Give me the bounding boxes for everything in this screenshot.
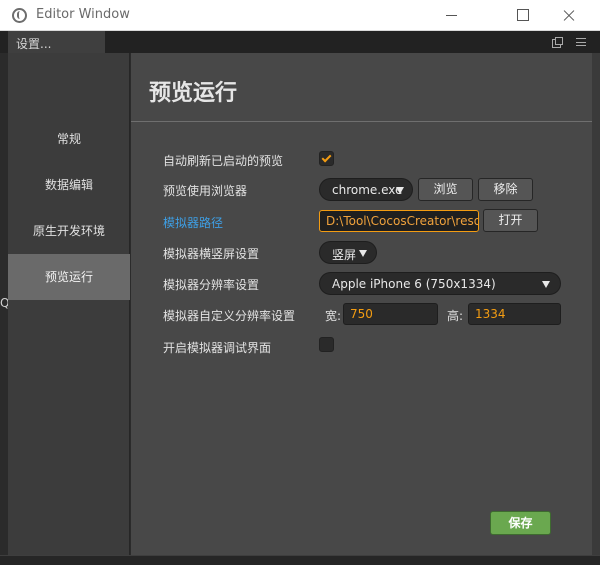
background-editor-edge [592, 53, 600, 565]
sidebar-item-general[interactable]: 常规 [8, 116, 130, 162]
browser-label: 预览使用浏览器 [163, 184, 248, 198]
save-button[interactable]: 保存 [490, 511, 551, 535]
sidebar-item-preview[interactable]: 预览运行 [8, 254, 130, 300]
chevron-down-icon [359, 250, 367, 257]
sidebar-item-data-editing[interactable]: 数据编辑 [8, 162, 130, 208]
debug-ui-label: 开启模拟器调试界面 [163, 341, 272, 355]
open-button[interactable]: 打开 [483, 209, 538, 232]
sidebar-item-native-env[interactable]: 原生开发环境 [8, 208, 130, 254]
auto-refresh-label: 自动刷新已启动的预览 [163, 154, 284, 168]
page-title: 预览运行 [149, 81, 238, 106]
minimize-button[interactable] [428, 0, 474, 31]
check-icon [321, 152, 332, 163]
panel-header: 设置... [0, 31, 600, 53]
window-titlebar: Editor Window [0, 0, 600, 31]
chevron-down-icon [396, 187, 404, 194]
settings-main: 预览运行 自动刷新已启动的预览 预览使用浏览器 chrome.exe 浏览 移除… [131, 53, 592, 555]
width-label: 宽: [325, 309, 342, 323]
menu-icon[interactable] [576, 38, 586, 46]
height-label: 高: [447, 309, 464, 323]
debug-ui-checkbox[interactable] [319, 337, 334, 352]
background-ruler [0, 555, 600, 565]
resolution-select-value: Apple iPhone 6 (750x1334) [332, 277, 496, 291]
simulator-path-label[interactable]: 模拟器路径 [163, 214, 223, 231]
title-divider [131, 121, 592, 122]
simulator-path-input[interactable]: D:\Tool\CocosCreator\resou [319, 210, 479, 232]
custom-resolution-label: 模拟器自定义分辨率设置 [163, 309, 296, 323]
popout-icon[interactable] [552, 37, 563, 48]
remove-button[interactable]: 移除 [478, 178, 533, 201]
panel-tab-settings[interactable]: 设置... [8, 31, 105, 53]
auto-refresh-checkbox[interactable] [319, 151, 334, 166]
browse-button[interactable]: 浏览 [418, 178, 473, 201]
maximize-button[interactable] [498, 0, 544, 31]
browser-select[interactable]: chrome.exe [319, 178, 413, 201]
settings-sidebar: 常规 数据编辑 原生开发环境 预览运行 [8, 53, 130, 555]
app-icon [12, 8, 27, 23]
chevron-down-icon [542, 281, 550, 288]
close-button[interactable] [546, 0, 592, 31]
browser-select-value: chrome.exe [332, 183, 403, 197]
orientation-select[interactable]: 竖屏 [319, 241, 377, 264]
height-input[interactable]: 1334 [468, 303, 561, 325]
orientation-select-value: 竖屏 [332, 248, 357, 262]
resolution-label: 模拟器分辨率设置 [163, 278, 260, 292]
window-title: Editor Window [36, 7, 130, 22]
width-input[interactable]: 750 [343, 303, 438, 325]
orientation-label: 模拟器横竖屏设置 [163, 247, 260, 261]
resolution-select[interactable]: Apple iPhone 6 (750x1334) [319, 272, 561, 295]
